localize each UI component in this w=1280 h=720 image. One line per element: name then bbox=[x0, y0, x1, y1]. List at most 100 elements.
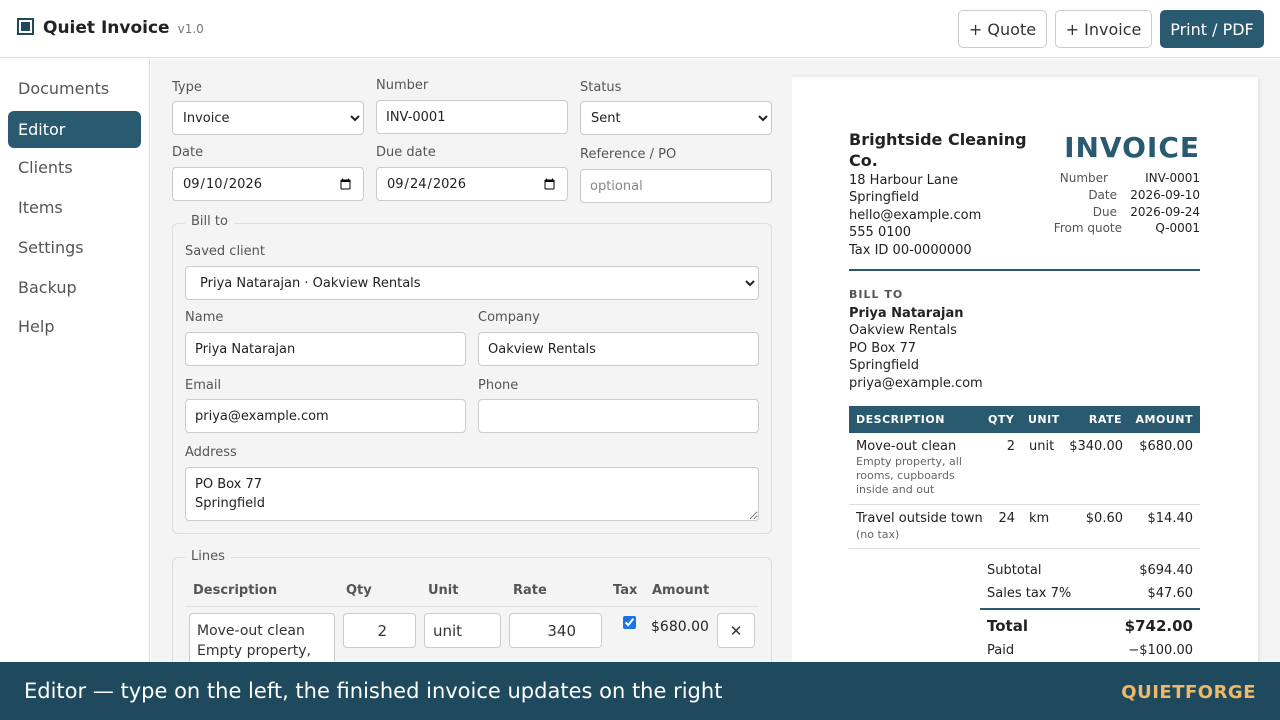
client-name-input[interactable] bbox=[185, 332, 466, 366]
line-rate-input[interactable] bbox=[509, 613, 602, 648]
row1-description: Move-out clean bbox=[856, 439, 957, 454]
meta-number-value: INV-0001 bbox=[1145, 171, 1200, 185]
address-textarea[interactable] bbox=[185, 467, 759, 521]
line-items-table-header: DESCRIPTION QTY UNIT RATE AMOUNT bbox=[849, 406, 1200, 433]
paid-value: −$100.00 bbox=[1128, 643, 1193, 658]
editor-form: Type Invoice Number Status Sent Date Due… bbox=[151, 59, 792, 662]
meta-date-label: Date bbox=[1088, 188, 1117, 202]
th-unit: UNIT bbox=[1028, 413, 1060, 426]
col-rate: Rate bbox=[513, 583, 547, 598]
invoice-preview-area: Brightside Cleaning Co. 18 Harbour Lane … bbox=[792, 59, 1280, 662]
company-label: Company bbox=[478, 310, 540, 325]
sidebar-item-clients[interactable]: Clients bbox=[8, 149, 141, 186]
close-icon: ✕ bbox=[729, 621, 743, 640]
row1-divider bbox=[849, 504, 1200, 505]
bill-to-legend: Bill to bbox=[185, 214, 234, 229]
name-label: Name bbox=[185, 310, 224, 325]
row1-qty: 2 bbox=[1006, 439, 1015, 454]
row2-note: (no tax) bbox=[856, 528, 900, 541]
caption-brand-logo: QUIETFORGE bbox=[1121, 682, 1256, 703]
status-label: Status bbox=[580, 80, 622, 95]
due-date-label: Due date bbox=[376, 145, 436, 160]
document-title: INVOICE bbox=[1064, 131, 1200, 164]
col-qty: Qty bbox=[346, 583, 372, 598]
col-description: Description bbox=[193, 583, 278, 598]
paid-label: Paid bbox=[987, 643, 1015, 658]
row2-rate: $0.60 bbox=[1085, 511, 1123, 526]
business-name: Brightside Cleaning Co. bbox=[849, 130, 1027, 170]
meta-due-value: 2026-09-24 bbox=[1130, 205, 1200, 219]
sidebar-item-help[interactable]: Help bbox=[8, 308, 141, 345]
type-select[interactable]: Invoice bbox=[172, 101, 364, 135]
meta-date-value: 2026-09-10 bbox=[1130, 188, 1200, 202]
phone-field[interactable] bbox=[478, 399, 759, 433]
bill-to-company: Oakview Rentals bbox=[849, 323, 957, 338]
sidebar-item-editor[interactable]: Editor bbox=[8, 111, 141, 148]
line-amount: $680.00 bbox=[651, 619, 709, 635]
reference-input[interactable] bbox=[580, 169, 772, 203]
lines-header-divider bbox=[185, 606, 759, 607]
new-quote-button[interactable]: + Quote bbox=[958, 10, 1047, 48]
company-input[interactable] bbox=[478, 332, 759, 366]
th-qty: QTY bbox=[988, 413, 1015, 426]
lines-legend: Lines bbox=[185, 549, 231, 564]
row2-divider bbox=[849, 548, 1200, 549]
line-unit-input[interactable] bbox=[424, 613, 501, 648]
bill-to-city: Springfield bbox=[849, 358, 920, 373]
number-label: Number bbox=[376, 78, 429, 93]
date-input[interactable] bbox=[172, 167, 364, 201]
print-pdf-button[interactable]: Print / PDF bbox=[1160, 10, 1264, 48]
invoice-paper: Brightside Cleaning Co. 18 Harbour Lane … bbox=[792, 77, 1258, 662]
business-city: Springfield bbox=[849, 190, 920, 205]
remove-line-button[interactable]: ✕ bbox=[717, 613, 755, 648]
col-tax: Tax bbox=[613, 583, 638, 598]
row2-unit: km bbox=[1029, 511, 1050, 526]
line-tax-checkbox[interactable] bbox=[623, 616, 636, 629]
row2-amount: $14.40 bbox=[1147, 511, 1194, 526]
row1-unit: unit bbox=[1029, 439, 1055, 454]
caption-text: Editor — type on the left, the finished … bbox=[24, 679, 723, 703]
bill-to-name: Priya Natarajan bbox=[849, 306, 964, 321]
bill-to-heading: BILL TO bbox=[849, 288, 904, 301]
meta-due-label: Due bbox=[1092, 205, 1117, 219]
saved-client-label: Saved client bbox=[185, 244, 265, 259]
total-value: $742.00 bbox=[1124, 617, 1193, 635]
sidebar-item-documents[interactable]: Documents bbox=[8, 70, 141, 107]
meta-number-label: Number bbox=[1059, 171, 1108, 185]
email-label: Email bbox=[185, 378, 222, 393]
line-description-input[interactable]: Move-out clean Empty property, bbox=[189, 613, 335, 662]
meta-from-quote-value: Q-0001 bbox=[1155, 221, 1200, 235]
subtotal-value: $694.40 bbox=[1139, 563, 1193, 578]
brand: Quiet Invoice v1.0 bbox=[17, 16, 204, 38]
sidebar-item-settings[interactable]: Settings bbox=[8, 229, 141, 266]
business-tax-id: Tax ID 00-0000000 bbox=[849, 243, 972, 258]
row2-qty: 24 bbox=[998, 511, 1015, 526]
address-label: Address bbox=[185, 445, 237, 460]
reference-label: Reference / PO bbox=[580, 147, 677, 162]
app-name: Quiet Invoice bbox=[43, 18, 170, 38]
phone-label: Phone bbox=[478, 378, 519, 393]
sidebar-item-backup[interactable]: Backup bbox=[8, 269, 141, 306]
caption-bar: Editor — type on the left, the finished … bbox=[0, 662, 1280, 720]
date-label: Date bbox=[172, 145, 204, 160]
app-header: Quiet Invoice v1.0 + Quote + Invoice Pri… bbox=[0, 0, 1280, 58]
saved-client-select[interactable]: Priya Natarajan · Oakview Rentals bbox=[185, 266, 759, 300]
tax-label: Sales tax 7% bbox=[987, 586, 1072, 601]
row1-amount: $680.00 bbox=[1139, 439, 1193, 454]
due-date-input[interactable] bbox=[376, 167, 568, 201]
business-address: 18 Harbour Lane bbox=[849, 173, 959, 188]
invoice-app-icon bbox=[17, 18, 34, 35]
status-select[interactable]: Sent bbox=[580, 101, 772, 135]
row1-rate: $340.00 bbox=[1069, 439, 1123, 454]
sidebar-item-items[interactable]: Items bbox=[8, 189, 141, 226]
line-qty-input[interactable] bbox=[343, 613, 416, 648]
sidebar: Documents Editor Clients Items Settings … bbox=[0, 59, 150, 662]
email-field[interactable] bbox=[185, 399, 466, 433]
business-phone: 555 0100 bbox=[849, 225, 912, 240]
col-amount: Amount bbox=[652, 583, 710, 598]
th-rate: RATE bbox=[1088, 413, 1122, 426]
new-invoice-button[interactable]: + Invoice bbox=[1055, 10, 1152, 48]
bill-to-address: PO Box 77 bbox=[849, 341, 917, 356]
col-unit: Unit bbox=[428, 583, 459, 598]
number-input[interactable] bbox=[376, 100, 568, 134]
